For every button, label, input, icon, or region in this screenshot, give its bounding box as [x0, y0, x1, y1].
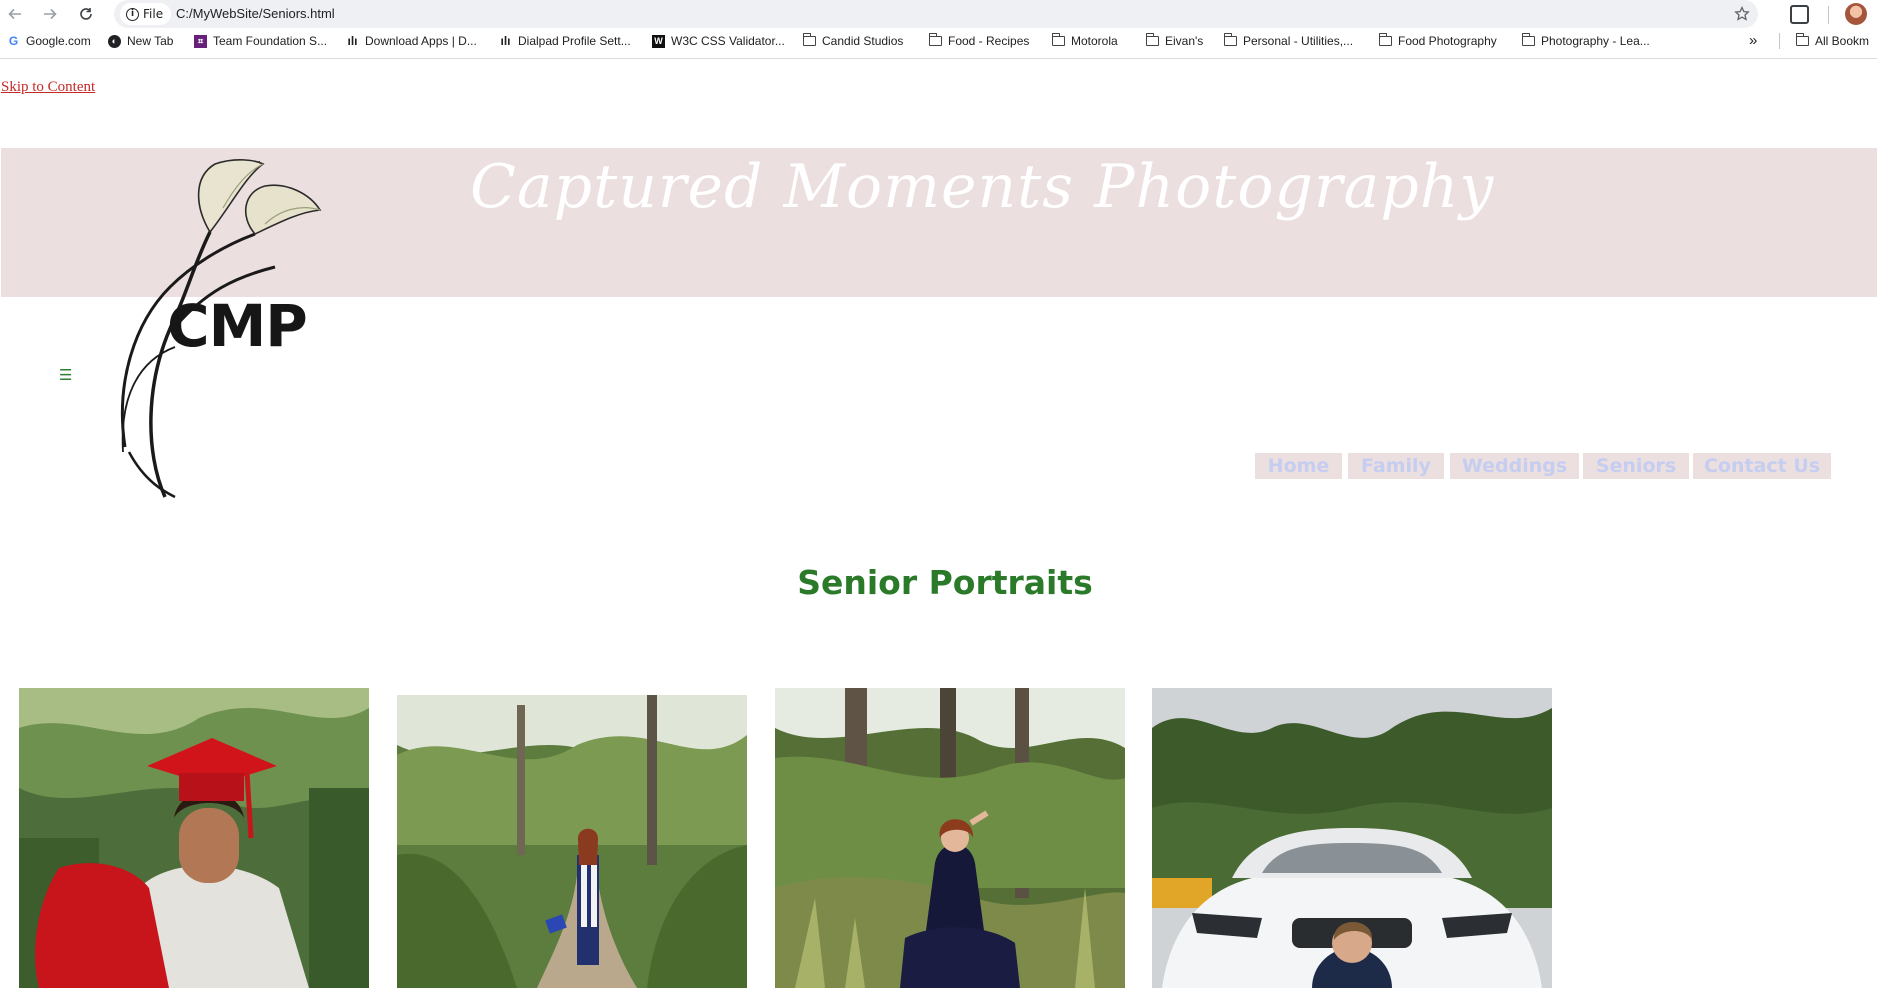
bookmark-folder-candid-studios[interactable]: Candid Studios: [802, 30, 904, 52]
bookmark-label: Food Photography: [1398, 34, 1497, 48]
bookmark-new-tab[interactable]: ◐ New Tab: [108, 30, 173, 52]
bookmark-dialpad-profile[interactable]: ılı Dialpad Profile Sett...: [499, 30, 631, 52]
gallery-photo-graduate-red-gown[interactable]: [19, 688, 369, 988]
bookmark-folder-motorola[interactable]: Motorola: [1051, 30, 1118, 52]
bookmark-label: Dialpad Profile Sett...: [518, 34, 631, 48]
site-title: Captured Moments Photography: [470, 152, 1495, 222]
star-icon: [1734, 5, 1750, 21]
dialpad-icon: ılı: [500, 33, 511, 48]
photo-graduate-path: [397, 695, 747, 988]
folder-icon: [1145, 33, 1159, 46]
bookmarks-divider: [1779, 33, 1780, 49]
bookmark-star-button[interactable]: [1734, 3, 1750, 28]
avatar-icon[interactable]: [1845, 3, 1867, 25]
folder-icon: [1521, 33, 1535, 46]
arrow-left-icon: [8, 8, 21, 20]
arrow-right-icon: [44, 8, 57, 20]
bookmark-folder-photography[interactable]: Photography - Lea...: [1521, 30, 1650, 52]
puzzle-icon[interactable]: [1790, 5, 1809, 24]
bookmark-label: Download Apps | D...: [365, 34, 477, 48]
bookmark-label: Motorola: [1071, 34, 1118, 48]
globe-icon: ◐: [108, 34, 121, 48]
folder-icon: [802, 33, 816, 46]
folder-icon: [1378, 33, 1392, 46]
back-button[interactable]: [4, 3, 26, 25]
folder-icon: [1795, 33, 1809, 46]
bookmark-label: Eivan's: [1165, 34, 1204, 48]
bookmark-label: W3C CSS Validator...: [671, 34, 785, 48]
nav-home[interactable]: Home: [1255, 453, 1342, 479]
bookmark-label: All Bookm: [1815, 34, 1870, 48]
nav-weddings[interactable]: Weddings: [1450, 453, 1579, 479]
bookmark-label: Google.com: [26, 34, 91, 48]
visual-studio-icon: ⌗: [194, 34, 207, 48]
bookmark-folder-personal[interactable]: Personal - Utilities,...: [1223, 30, 1354, 52]
cmp-logo[interactable]: CMP: [115, 152, 385, 502]
bookmark-download-apps[interactable]: ılı Download Apps | D...: [346, 30, 477, 52]
address-bar[interactable]: i File C:/MyWebSite/Seniors.html: [114, 0, 1758, 28]
bookmark-folder-food-photography[interactable]: Food Photography: [1378, 30, 1497, 52]
google-icon: G: [8, 33, 19, 48]
nav-family[interactable]: Family: [1348, 453, 1444, 479]
folder-icon: [928, 33, 942, 46]
bookmark-w3c-validator[interactable]: W W3C CSS Validator...: [652, 30, 785, 52]
photo-senior-blue-dress: [775, 688, 1125, 988]
reload-icon: [80, 8, 92, 20]
bookmark-all-bookmarks[interactable]: All Bookm: [1795, 30, 1870, 52]
bookmark-label: Candid Studios: [822, 34, 904, 48]
gallery-photo-graduate-path[interactable]: [397, 695, 747, 988]
forward-button[interactable]: [39, 3, 61, 25]
gallery-photo-senior-blue-dress[interactable]: [775, 688, 1125, 988]
hamburger-menu-icon[interactable]: ☰: [59, 365, 72, 385]
bookmark-google[interactable]: G Google.com: [7, 30, 91, 52]
gallery-photo-senior-mustang[interactable]: [1152, 688, 1552, 988]
bookmark-label: New Tab: [127, 34, 174, 48]
site-info-chip[interactable]: i File: [120, 3, 172, 25]
bookmark-label: Photography - Lea...: [1541, 34, 1650, 48]
toolbar-divider: [1828, 6, 1829, 24]
bookmark-label: Food - Recipes: [948, 34, 1030, 48]
info-icon: i: [126, 7, 139, 21]
chrome-divider: [0, 58, 1877, 59]
folder-icon: [1223, 33, 1237, 46]
logo-text: CMP: [167, 292, 308, 360]
site-info-chip-label: File: [143, 7, 164, 21]
folder-icon: [1051, 33, 1065, 46]
bookmark-team-foundation[interactable]: ⌗ Team Foundation S...: [194, 30, 327, 52]
nav-contact-us[interactable]: Contact Us: [1693, 453, 1831, 479]
skip-to-content-link[interactable]: Skip to Content: [1, 79, 95, 96]
nav-seniors[interactable]: Seniors: [1583, 453, 1689, 479]
w3c-icon: W: [652, 34, 665, 48]
bookmarks-overflow-button[interactable]: »: [1749, 30, 1757, 52]
bookmark-label: Team Foundation S...: [213, 34, 328, 48]
url-text[interactable]: C:/MyWebSite/Seniors.html: [176, 0, 335, 28]
page-heading: Senior Portraits: [797, 563, 1093, 602]
reload-button[interactable]: [75, 3, 97, 25]
photo-graduate-red-gown: [19, 688, 369, 988]
browser-toolbar: i File C:/MyWebSite/Seniors.html: [0, 0, 1877, 29]
photo-senior-mustang: [1152, 688, 1552, 988]
bookmark-folder-eivans[interactable]: Eivan's: [1145, 30, 1204, 52]
dialpad-icon: ılı: [347, 33, 358, 48]
bookmark-label: Personal - Utilities,...: [1243, 34, 1354, 48]
bookmarks-bar: G Google.com ◐ New Tab ⌗ Team Foundation…: [0, 30, 1877, 52]
bookmark-folder-food-recipes[interactable]: Food - Recipes: [928, 30, 1030, 52]
